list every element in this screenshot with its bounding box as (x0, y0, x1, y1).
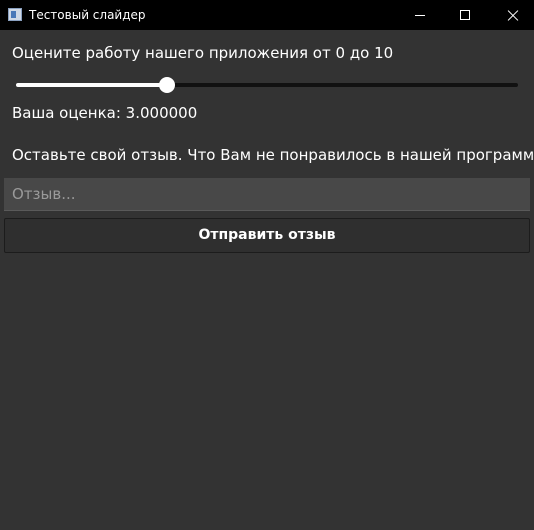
app-window: Тестовый слайдер Оцените работу нашего п… (0, 0, 534, 530)
close-button[interactable] (488, 0, 534, 30)
rating-slider[interactable] (16, 76, 518, 94)
minimize-icon (415, 15, 425, 16)
feedback-prompt: Оставьте свой отзыв. Что Вам не понравил… (12, 146, 534, 164)
rate-prompt: Оцените работу нашего приложения от 0 до… (12, 44, 394, 62)
title-bar[interactable]: Тестовый слайдер (0, 0, 534, 30)
slider-fill (16, 83, 167, 87)
app-icon (8, 8, 22, 21)
window-title: Тестовый слайдер (29, 8, 146, 22)
maximize-icon (460, 10, 470, 20)
maximize-button[interactable] (442, 0, 488, 30)
score-text: Ваша оценка: 3.000000 (12, 104, 198, 122)
submit-feedback-button[interactable]: Отправить отзыв (4, 218, 530, 253)
feedback-input[interactable] (4, 178, 530, 211)
minimize-button[interactable] (396, 0, 442, 30)
slider-thumb[interactable] (159, 77, 175, 93)
